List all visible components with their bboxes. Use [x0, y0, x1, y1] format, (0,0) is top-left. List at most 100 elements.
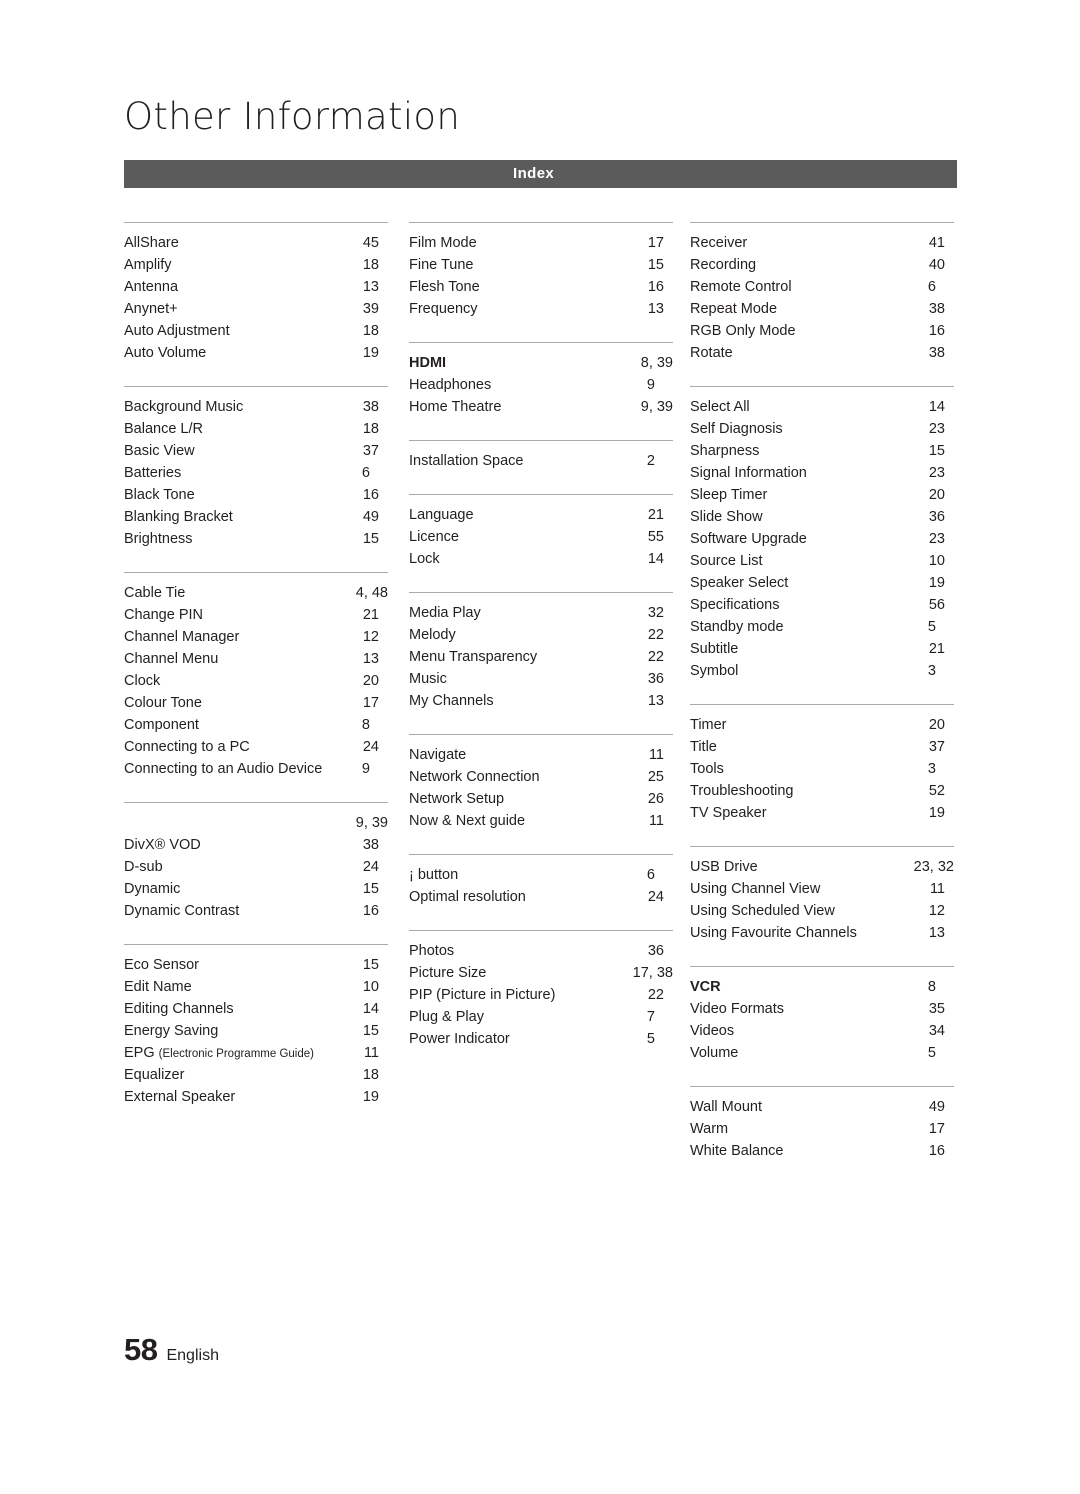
index-entry-name: Connecting to a PC	[124, 739, 250, 755]
index-entry-page: 10	[928, 553, 945, 569]
index-entry-name: Cable Tie	[124, 585, 186, 601]
index-entry-page: 5	[927, 619, 936, 635]
index-entry: Auto Adjustment 18	[124, 320, 388, 342]
index-entry: Blanking Bracket 49	[124, 506, 388, 528]
index-entry-page: 45	[362, 235, 379, 251]
index-entry-page: 38	[362, 837, 379, 853]
index-entry-page: 38	[362, 399, 379, 415]
index-entry: Videos 34	[690, 1020, 954, 1042]
index-entry-page: 13	[647, 693, 664, 709]
index-entry-name: Clock	[124, 673, 161, 689]
index-group: Timer 20 Title 37 Tools 3 Troubleshooting 52 TV …	[690, 704, 954, 846]
index-entry-name: Software Upgrade	[690, 531, 807, 547]
index-entry-list: ¡ button 6 Optimal resolution 24	[409, 855, 673, 908]
index-entry: Film Mode 17	[409, 232, 673, 254]
index-entry-page: 21	[928, 641, 945, 657]
index-entry-name: Picture Size	[409, 965, 487, 981]
index-entry: AllShare 45	[124, 232, 388, 254]
index-entry: Self Diagnosis 23	[690, 418, 954, 440]
index-entry-name: Amplify	[124, 257, 172, 273]
index-entry-name: Film Mode	[409, 235, 477, 251]
index-entry: Signal Information 23	[690, 462, 954, 484]
index-group: Installation Space 2	[409, 440, 673, 494]
index-entry-page: 22	[647, 649, 664, 665]
index-entry: Menu Transparency 22	[409, 646, 673, 668]
index-entry-list: USB Drive 23, 32 Using Channel View 11 Using…	[690, 847, 954, 944]
index-entry-name: Network Connection	[409, 769, 540, 785]
index-entry: Slide Show 36	[690, 506, 954, 528]
index-entry-page: 23	[928, 531, 945, 547]
index-entry-page: 17	[362, 695, 379, 711]
index-entry-page: 16	[647, 279, 664, 295]
index-entry-name: Home Theatre	[409, 399, 502, 415]
index-entry-name: Self Diagnosis	[690, 421, 783, 437]
index-entry-name: Batteries	[124, 465, 182, 481]
index-entry-name: Timer	[690, 717, 727, 733]
index-entry-page: 14	[647, 551, 664, 567]
index-entry-name: Channel Menu	[124, 651, 219, 667]
index-entry-name: Blanking Bracket	[124, 509, 233, 525]
index-entry-name: ¡ button	[409, 867, 459, 883]
index-entry-page: 10	[362, 979, 379, 995]
manual-page: Other Information Index AllShare 45 Amplif…	[0, 0, 1080, 1494]
index-entry-page: 6	[646, 867, 655, 883]
index-entry: Fine Tune 15	[409, 254, 673, 276]
index-entry-page: 11	[648, 747, 664, 763]
index-entry: PIP (Picture in Picture) 22	[409, 984, 673, 1006]
index-entry-page: 5	[927, 1045, 936, 1061]
page-title: Other Information	[124, 95, 461, 138]
index-entry: Auto Volume 19	[124, 342, 388, 364]
index-entry: Repeat Mode 38	[690, 298, 954, 320]
index-entry-page: 56	[928, 597, 945, 613]
index-entry-page: 2	[646, 453, 655, 469]
index-entry-name: Fine Tune	[409, 257, 474, 273]
index-entry-list: HDMI 8, 39 Headphones 9 Home Theatre 9, 39	[409, 343, 673, 418]
index-entry-list: 9, 39 DivX® VOD 38 D-sub 24 Dynamic 15 Dynamic …	[124, 803, 388, 922]
index-entry-page: 12	[362, 629, 379, 645]
index-entry: Software Upgrade 23	[690, 528, 954, 550]
index-group: Navigate 11 Network Connection 25 Network Se…	[409, 734, 673, 854]
index-entry-list: Cable Tie 4, 48 Change PIN 21 Channel Manage…	[124, 573, 388, 780]
index-group: Eco Sensor 15 Edit Name 10 Editing Channels 1…	[124, 944, 388, 1130]
index-group: AllShare 45 Amplify 18 Antenna 13 Anynet+ 39 Aut…	[124, 222, 388, 386]
index-entry: HDMI 8, 39	[409, 352, 673, 374]
index-entry-page: 11	[363, 1045, 379, 1061]
index-entry-name: Network Setup	[409, 791, 505, 807]
index-entry-page: 38	[928, 301, 945, 317]
index-entry: Melody 22	[409, 624, 673, 646]
page-footer: 58 English	[124, 1332, 219, 1368]
index-entry: External Speaker 19	[124, 1086, 388, 1108]
index-entry-name: Standby mode	[690, 619, 784, 635]
index-entry-page: 19	[928, 575, 945, 591]
index-entry-page: 49	[362, 509, 379, 525]
index-entry: 9, 39	[124, 812, 388, 834]
index-entry: D-sub 24	[124, 856, 388, 878]
index-entry-page: 20	[928, 487, 945, 503]
index-entry-name: Title	[690, 739, 717, 755]
index-entry-name: Subtitle	[690, 641, 739, 657]
index-entry-page: 9, 39	[640, 399, 673, 415]
index-entry-list: Wall Mount 49 Warm 17 White Balance 16	[690, 1087, 954, 1162]
index-entry-name: Change PIN	[124, 607, 203, 623]
index-entry-list: Language 21 Licence 55 Lock 14	[409, 495, 673, 570]
index-entry: My Channels 13	[409, 690, 673, 712]
index-entry-page: 24	[647, 889, 664, 905]
index-entry-name: Symbol	[690, 663, 739, 679]
index-entry: Media Play 32	[409, 602, 673, 624]
index-entry-name: AllShare	[124, 235, 179, 251]
index-entry-list: Installation Space 2	[409, 441, 673, 472]
index-entry: Background Music 38	[124, 396, 388, 418]
index-entry: Using Scheduled View 12	[690, 900, 954, 922]
index-entry: Navigate 11	[409, 744, 673, 766]
index-entry: Speaker Select 19	[690, 572, 954, 594]
index-entry-list: Timer 20 Title 37 Tools 3 Troubleshooting 52 TV …	[690, 705, 954, 824]
index-entry: Receiver 41	[690, 232, 954, 254]
index-entry-page: 15	[362, 881, 379, 897]
